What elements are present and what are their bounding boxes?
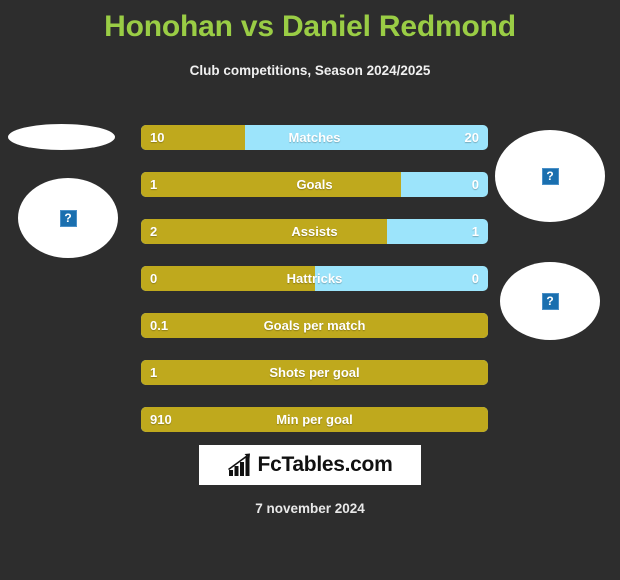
stat-row-goals-per-match: 0.1 Goals per match <box>141 313 488 338</box>
stat-label-min-per-goal: Min per goal <box>276 412 353 427</box>
broken-image-icon: ? <box>541 167 559 185</box>
footer-date: 7 november 2024 <box>255 501 365 516</box>
stat-label-goals-per-match: Goals per match <box>263 318 366 333</box>
stat-label-matches: Matches <box>288 130 341 145</box>
bar-chart-up-icon <box>227 453 250 476</box>
stat-value-right-matches: 20 <box>464 130 479 145</box>
page-subtitle: Club competitions, Season 2024/2025 <box>189 63 431 78</box>
stat-row-goals: 1 Goals 0 <box>141 172 488 197</box>
stat-value-right-goals: 0 <box>471 177 479 192</box>
fctables-logo-text: FcTables.com <box>257 453 393 476</box>
stat-row-assists: 2 Assists 1 <box>141 219 488 244</box>
broken-image-icon: ? <box>59 209 77 227</box>
avatar-home-player: ? <box>18 178 118 258</box>
stat-row-hattricks: 0 Hattricks 0 <box>141 266 488 291</box>
stat-label-shots-per-goal: Shots per goal <box>269 365 360 380</box>
stat-label-assists: Assists <box>291 224 338 239</box>
avatar-home-flag <box>8 124 115 150</box>
stat-label-hattricks: Hattricks <box>286 271 343 286</box>
page-title: Honohan vs Daniel Redmond <box>104 10 516 43</box>
stat-row-shots-per-goal: 1 Shots per goal <box>141 360 488 385</box>
fctables-logo[interactable]: FcTables.com <box>199 445 421 485</box>
stat-row-matches: 10 Matches 20 <box>141 125 488 150</box>
stat-bars-list: 10 Matches 20 1 Goals 0 2 Assists 1 0 Ha… <box>141 125 488 454</box>
avatar-away-player: ? <box>495 130 605 222</box>
stat-value-right-assists: 1 <box>471 224 479 239</box>
avatar-away-flag: ? <box>500 262 600 340</box>
broken-image-icon: ? <box>541 292 559 310</box>
comparison-infographic: Honohan vs Daniel Redmond Club competiti… <box>0 0 620 580</box>
stat-label-goals: Goals <box>296 177 333 192</box>
stat-row-min-per-goal: 910 Min per goal <box>141 407 488 432</box>
stat-value-right-hattricks: 0 <box>471 271 479 286</box>
